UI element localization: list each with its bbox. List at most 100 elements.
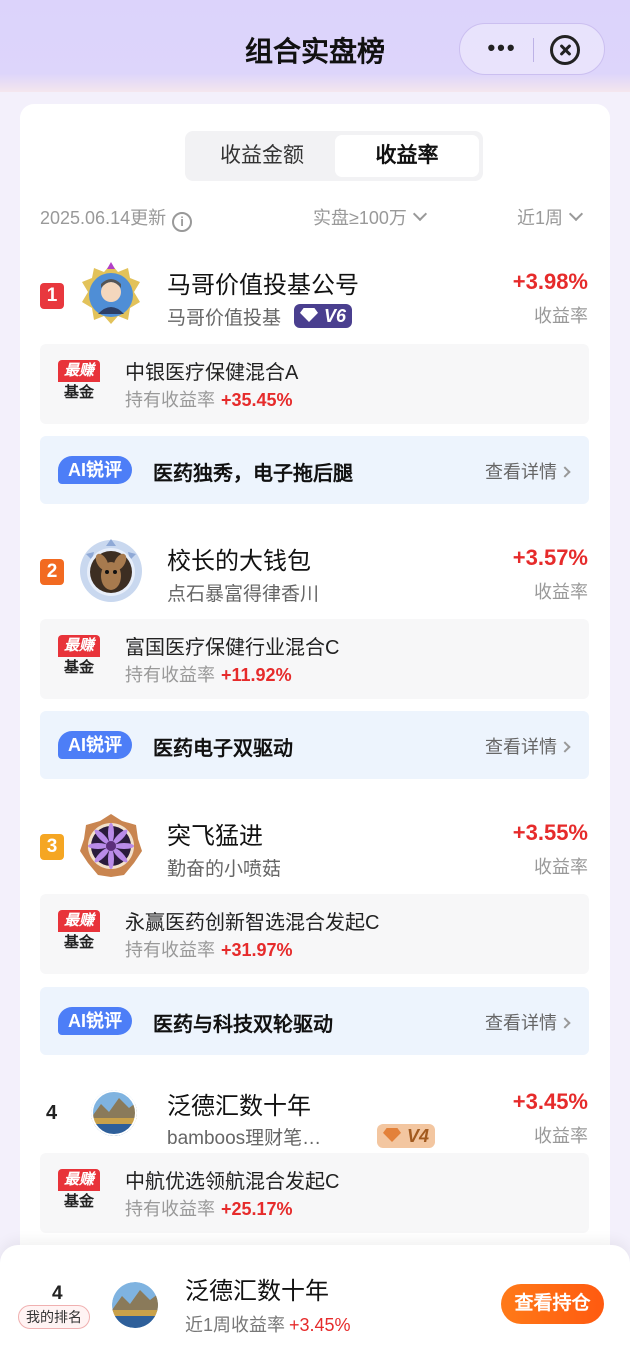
portfolio-name[interactable]: 马哥价值投基公号 (167, 265, 359, 301)
fund-name: 富国医疗保健行业混合C (125, 637, 340, 659)
portfolio-name[interactable]: 校长的大钱包 (167, 541, 311, 577)
tab-profit-amount[interactable]: 收益金额 (189, 135, 335, 177)
ai-review-text: 医药电子双驱动 (153, 738, 293, 760)
fund-return-row: 持有收益率 +11.92% (125, 661, 292, 687)
fund-return-label: 持有收益率 (125, 1199, 215, 1219)
view-details-link[interactable]: 查看详情 (485, 733, 571, 759)
fund-return-label: 持有收益率 (125, 665, 215, 685)
fund-return-value: +25.17% (221, 1199, 293, 1219)
return-label: 收益率 (534, 582, 588, 602)
period-filter[interactable]: 近1周 (517, 204, 584, 230)
fund-return-value: +31.97% (221, 940, 293, 960)
avatar[interactable] (112, 1282, 158, 1328)
diamond-icon (383, 1128, 401, 1142)
fund-return-label: 持有收益率 (125, 940, 215, 960)
view-details-link[interactable]: 查看详情 (485, 458, 571, 484)
top-fund-card[interactable]: 最赚 基金 富国医疗保健行业混合C 持有收益率 +11.92% (40, 619, 589, 699)
level-badge: V6 (294, 304, 353, 328)
capsule-divider (533, 38, 534, 62)
owner-name: 勤奋的小喷菇 (167, 859, 282, 880)
my-rank-tag: 我的排名 (18, 1305, 90, 1329)
fund-return-label: 持有收益率 (125, 390, 215, 410)
return-value: +3.98% (512, 269, 588, 294)
return-value: +3.57% (512, 545, 588, 570)
level-badge: V4 (377, 1124, 436, 1148)
fund-name: 中银医疗保健混合A (125, 362, 299, 384)
rank-badge: 1 (40, 283, 64, 309)
avatar[interactable] (91, 1090, 137, 1136)
scale-filter-label: 实盘≥100万 (313, 208, 407, 228)
mini-program-capsule: ••• (459, 23, 605, 75)
top-fund-card[interactable]: 最赚 基金 中航优选领航混合发起C 持有收益率 +25.17% (40, 1153, 589, 1233)
tab-switcher: 收益金额 收益率 (185, 131, 483, 181)
best-fund-tag: 最赚 (58, 1169, 100, 1191)
more-icon[interactable]: ••• (482, 36, 522, 64)
level-badge-text: V6 (324, 306, 347, 326)
fund-return-row: 持有收益率 +25.17% (125, 1195, 293, 1221)
tab-return-rate[interactable]: 收益率 (335, 135, 479, 177)
close-icon[interactable] (550, 35, 580, 65)
ai-review-text: 医药独秀，电子拖后腿 (153, 463, 353, 485)
my-return-label: 近1周收益率 (185, 1315, 286, 1335)
rank-number: 4 (46, 1102, 58, 1124)
ai-review-card[interactable]: AI锐评 医药电子双驱动 查看详情 (40, 711, 589, 779)
top-fund-card[interactable]: 最赚 基金 永赢医药创新智选混合发起C 持有收益率 +31.97% (40, 894, 589, 974)
fund-name: 永赢医药创新智选混合发起C (125, 912, 380, 934)
return-value: +3.45% (512, 1089, 588, 1114)
view-holdings-button[interactable]: 查看持仓 (501, 1284, 604, 1324)
top-fund-card[interactable]: 最赚 基金 中银医疗保健混合A 持有收益率 +35.45% (40, 344, 589, 424)
period-filter-label: 近1周 (517, 208, 564, 228)
best-fund-tag: 最赚 (58, 635, 100, 657)
my-ranking-bar: 4 我的排名 泛德汇数十年 近1周收益率 +3.45% 查看持仓 (0, 1245, 630, 1368)
fund-return-value: +35.45% (221, 390, 293, 410)
scale-filter[interactable]: 实盘≥100万 (313, 204, 427, 230)
chevron-down-icon (568, 206, 584, 222)
fund-tag: 基金 (63, 659, 94, 676)
avatar[interactable] (78, 538, 144, 604)
return-label: 收益率 (534, 1126, 588, 1146)
owner-name: 马哥价值投基 (167, 308, 282, 329)
info-icon[interactable]: i (172, 212, 193, 232)
view-details-label: 查看详情 (485, 1013, 557, 1033)
best-fund-tag: 最赚 (58, 910, 100, 932)
chevron-right-icon (559, 741, 571, 753)
fund-return-row: 持有收益率 +31.97% (125, 936, 293, 962)
my-return-row: 近1周收益率 +3.45% (185, 1311, 351, 1337)
ranking-card: 收益金额 收益率 2025.06.14更新 i 实盘≥100万 近1周 1 马哥价… (20, 104, 610, 1368)
ai-review-card[interactable]: AI锐评 医药与科技双轮驱动 查看详情 (40, 987, 589, 1055)
my-return-value: +3.45% (289, 1315, 351, 1335)
fund-return-row: 持有收益率 +35.45% (125, 386, 293, 412)
avatar[interactable] (78, 262, 144, 328)
ai-review-text: 医药与科技双轮驱动 (153, 1014, 333, 1036)
portfolio-name[interactable]: 突飞猛进 (167, 816, 263, 852)
best-fund-tag: 最赚 (58, 360, 100, 382)
my-portfolio-name: 泛德汇数十年 (185, 1278, 329, 1305)
fund-tag: 基金 (63, 1193, 94, 1210)
ai-review-card[interactable]: AI锐评 医药独秀，电子拖后腿 查看详情 (40, 436, 589, 504)
view-details-label: 查看详情 (485, 737, 557, 757)
rank-badge: 2 (40, 559, 64, 585)
update-date: 2025.06.14更新 i (40, 204, 193, 232)
view-details-link[interactable]: 查看详情 (485, 1009, 571, 1035)
return-value: +3.55% (512, 820, 588, 845)
ai-review-tag: AI锐评 (58, 731, 132, 759)
fund-name: 中航优选领航混合发起C (125, 1171, 340, 1193)
ai-review-tag: AI锐评 (58, 456, 132, 484)
avatar[interactable] (78, 813, 144, 879)
chevron-right-icon (559, 466, 571, 478)
ai-review-tag: AI锐评 (58, 1007, 132, 1035)
view-details-label: 查看详情 (485, 462, 557, 482)
fund-tag: 基金 (63, 934, 94, 951)
owner-name: bamboos理财笔… (167, 1128, 322, 1149)
level-badge-text: V4 (407, 1126, 430, 1146)
owner-name: 点石暴富得律香川 (167, 584, 320, 605)
chevron-right-icon (559, 1017, 571, 1029)
portfolio-name[interactable]: 泛德汇数十年 (167, 1086, 311, 1122)
fund-tag: 基金 (63, 384, 94, 401)
diamond-icon (300, 308, 318, 322)
return-label: 收益率 (534, 306, 588, 326)
my-rank-number: 4 (52, 1283, 63, 1304)
top-bar: 组合实盘榜 ••• (0, 0, 630, 92)
chevron-down-icon (412, 206, 427, 222)
update-date-text: 2025.06.14更新 (40, 208, 167, 228)
